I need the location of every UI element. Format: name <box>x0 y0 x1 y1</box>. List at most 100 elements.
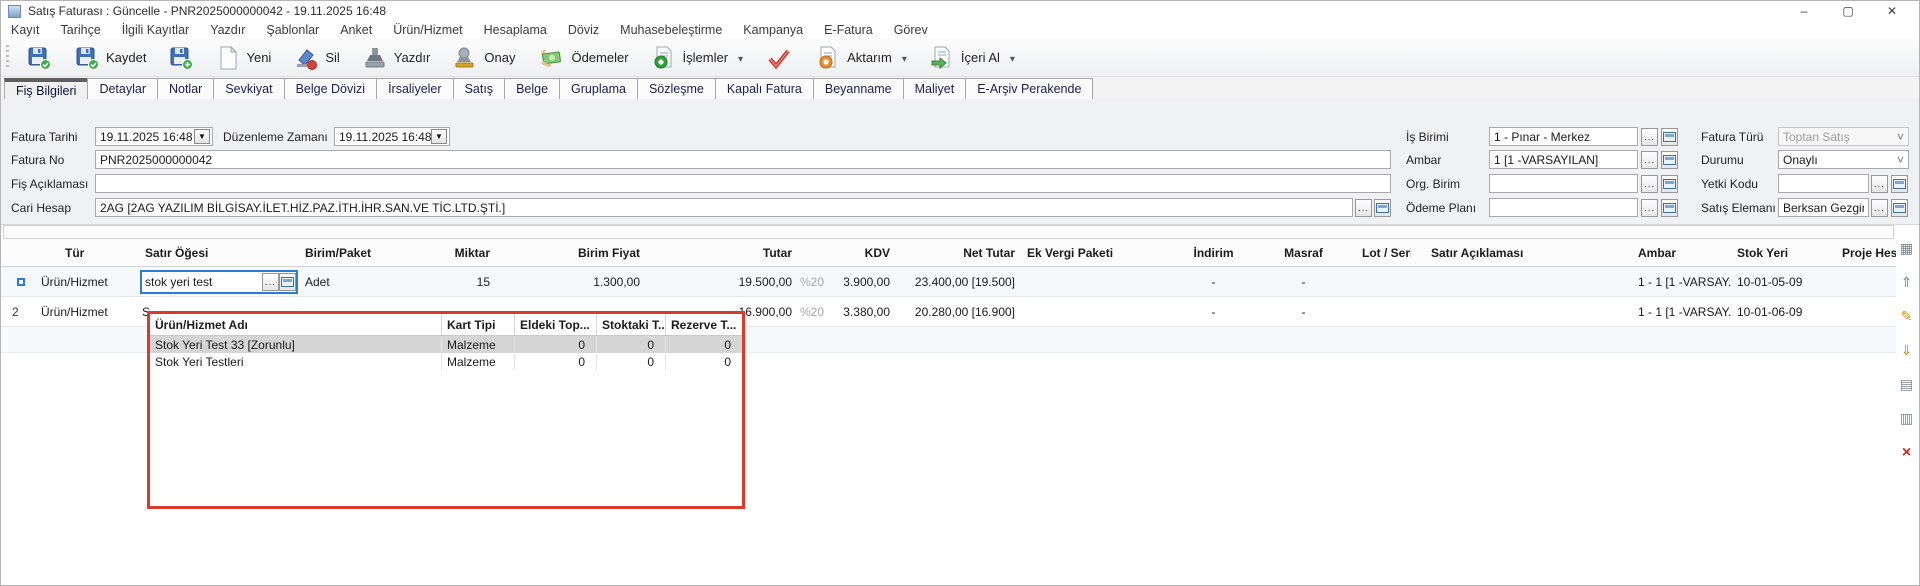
col-header-ek-vergi-paketi[interactable]: Ek Vergi Paketi <box>1021 246 1176 260</box>
popup-cell-stoktaki[interactable]: 0 <box>597 336 666 353</box>
popup-col-stoktaki-toplam[interactable]: Stoktaki T... <box>597 314 666 335</box>
tab-kapali-fatura[interactable]: Kapalı Fatura <box>715 78 814 99</box>
grid-view-icon[interactable]: ▦ <box>1900 241 1913 255</box>
menu-item-tarihce[interactable]: Tarihçe <box>61 23 101 37</box>
salesperson-keyboard-button[interactable] <box>1891 199 1908 217</box>
warehouse-keyboard-button[interactable] <box>1661 151 1678 169</box>
payment-plan-field[interactable] <box>1489 198 1638 217</box>
popup-col-urun-hizmet-adi[interactable]: Ürün/Hizmet Adı <box>150 314 442 335</box>
tab-maliyet[interactable]: Maliyet <box>903 78 967 99</box>
col-header-tutar[interactable]: Tutar <box>646 246 798 260</box>
menu-item-kampanya[interactable]: Kampanya <box>743 23 803 37</box>
menu-item-sablonlar[interactable]: Şablonlar <box>266 23 319 37</box>
payments-button[interactable]: Ödemeler <box>532 43 633 73</box>
print-button[interactable]: Yazdır <box>357 43 436 73</box>
col-header-birim-paket[interactable]: Birim/Paket <box>299 246 396 260</box>
menu-item-e-fatura[interactable]: E-Fatura <box>824 23 873 37</box>
col-header-proje-hes[interactable]: Proje Hes... <box>1836 246 1896 260</box>
cell-tutar[interactable]: 19.500,00 <box>646 275 798 289</box>
menu-item-hesaplama[interactable]: Hesaplama <box>484 23 547 37</box>
col-header-tur[interactable]: Tür <box>39 246 139 260</box>
warehouse-browse-button[interactable]: ... <box>1641 151 1658 169</box>
tab-satis[interactable]: Satış <box>453 78 506 99</box>
import-button[interactable]: İçeri Al <box>924 43 1020 73</box>
popup-col-kart-tipi[interactable]: Kart Tipi <box>442 314 515 335</box>
salesperson-browse-button[interactable]: ... <box>1871 199 1888 217</box>
invoice-no-field[interactable]: PNR2025000000042 <box>95 150 1391 169</box>
tab-notlar[interactable]: Notlar <box>157 78 214 99</box>
tab-gruplama[interactable]: Gruplama <box>559 78 638 99</box>
cell-tur[interactable]: Ürün/Hizmet <box>39 305 139 319</box>
tab-sevkiyat[interactable]: Sevkiyat <box>213 78 284 99</box>
popup-cell-ad[interactable]: Stok Yeri Testleri <box>150 353 442 370</box>
cell-ambar[interactable]: 1 - 1 [1 -VARSAY... <box>1626 305 1731 319</box>
tab-beyanname[interactable]: Beyanname <box>813 78 904 99</box>
cell-net-tutar[interactable]: 23.400,00 [19.500] <box>896 275 1021 289</box>
popup-col-eldeki-toplam[interactable]: Eldeki Top... <box>515 314 597 335</box>
account-field[interactable]: 2AG [2AG YAZILIM BİLGİSAY.İLET.HİZ.PAZ.İ… <box>95 198 1353 217</box>
close-button[interactable]: ✕ <box>1877 2 1907 19</box>
menu-item-ilgili-kayitlar[interactable]: İlgili Kayıtlar <box>122 23 189 37</box>
popup-cell-kart-tipi[interactable]: Malzeme <box>442 353 515 370</box>
tab-detaylar[interactable]: Detaylar <box>87 78 158 99</box>
col-header-indirim[interactable]: İndirim <box>1176 246 1251 260</box>
delete-line-x-icon[interactable]: × <box>1902 445 1911 461</box>
menu-item-kayit[interactable]: Kayıt <box>11 23 40 37</box>
org-unit-browse-button[interactable]: ... <box>1641 175 1658 193</box>
minimize-button[interactable]: – <box>1789 2 1819 19</box>
line-item-keyboard-button[interactable] <box>279 273 296 291</box>
save-button[interactable] <box>21 43 57 73</box>
business-unit-browse-button[interactable]: ... <box>1641 128 1658 146</box>
cell-masraf[interactable]: - <box>1251 305 1356 319</box>
col-header-satir-ogesi[interactable]: Satır Öğesi <box>139 246 299 260</box>
payment-plan-browse-button[interactable]: ... <box>1641 199 1658 217</box>
business-unit-keyboard-button[interactable] <box>1661 128 1678 146</box>
col-header-masraf[interactable]: Masraf <box>1251 246 1356 260</box>
cell-indirim[interactable]: - <box>1176 305 1251 319</box>
cell-stok-yeri[interactable]: 10-01-06-09 <box>1731 305 1836 319</box>
popup-result-row[interactable]: Stok Yeri Testleri Malzeme 0 0 0 <box>150 353 742 370</box>
col-header-net-tutar[interactable]: Net Tutar <box>896 246 1021 260</box>
line-item-edit-cell[interactable]: stok yeri test ... <box>140 270 298 294</box>
tab-e-arsiv-perakende[interactable]: E-Arşiv Perakende <box>965 78 1093 99</box>
cell-indirim[interactable]: - <box>1176 275 1251 289</box>
tab-belge[interactable]: Belge <box>504 78 560 99</box>
col-header-birim-fiyat[interactable]: Birim Fiyat <box>496 246 646 260</box>
popup-result-row[interactable]: Stok Yeri Test 33 [Zorunlu] Malzeme 0 0 … <box>150 336 742 353</box>
import-dropdown-caret[interactable] <box>1006 50 1015 65</box>
cell-kdv[interactable]: 3.900,00 <box>830 275 896 289</box>
move-up-icon[interactable]: ⇑ <box>1901 275 1913 289</box>
popup-col-rezerve-toplam[interactable]: Rezerve T... <box>666 314 742 335</box>
move-down-icon[interactable]: ⇓ <box>1901 343 1913 357</box>
save-and-new-button[interactable] <box>163 43 199 73</box>
popup-cell-stoktaki[interactable]: 0 <box>597 353 666 370</box>
status-combo[interactable]: Onaylı <box>1778 150 1909 169</box>
list-page-icon[interactable]: ▥ <box>1900 411 1913 425</box>
auth-code-keyboard-button[interactable] <box>1891 175 1908 193</box>
cell-ambar[interactable]: 1 - 1 [1 -VARSAY... <box>1626 275 1731 289</box>
tab-fis-bilgileri[interactable]: Fiş Bilgileri <box>4 78 88 99</box>
cell-tur[interactable]: Ürün/Hizmet <box>39 275 139 289</box>
cell-stok-yeri[interactable]: 10-01-05-09 <box>1731 275 1836 289</box>
cell-masraf[interactable]: - <box>1251 275 1356 289</box>
slip-description-field[interactable] <box>95 174 1391 193</box>
menu-item-anket[interactable]: Anket <box>340 23 372 37</box>
org-unit-keyboard-button[interactable] <box>1661 175 1678 193</box>
popup-cell-kart-tipi[interactable]: Malzeme <box>442 336 515 353</box>
menu-item-gorev[interactable]: Görev <box>894 23 928 37</box>
edit-time-field[interactable]: 19.11.2025 16:48 <box>334 127 450 146</box>
edit-pencil-icon[interactable]: ✎ <box>1901 309 1913 323</box>
maximize-button[interactable]: ▢ <box>1833 2 1863 19</box>
account-browse-button[interactable]: ... <box>1355 199 1372 217</box>
new-button[interactable]: Yeni <box>211 43 276 73</box>
org-unit-field[interactable] <box>1489 174 1638 193</box>
invoice-date-field[interactable]: 19.11.2025 16:48 <box>95 127 213 146</box>
col-header-lot-seri[interactable]: Lot / Seri <box>1356 246 1411 260</box>
auth-code-field[interactable] <box>1778 174 1869 193</box>
line-item-browse-button[interactable]: ... <box>262 273 279 291</box>
menu-item-muhasebelestirme[interactable]: Muhasebeleştirme <box>620 23 722 37</box>
menu-item-yazdir[interactable]: Yazdır <box>210 23 245 37</box>
menu-item-doviz[interactable]: Döviz <box>568 23 599 37</box>
col-header-stok-yeri[interactable]: Stok Yeri <box>1731 246 1836 260</box>
payment-plan-keyboard-button[interactable] <box>1661 199 1678 217</box>
